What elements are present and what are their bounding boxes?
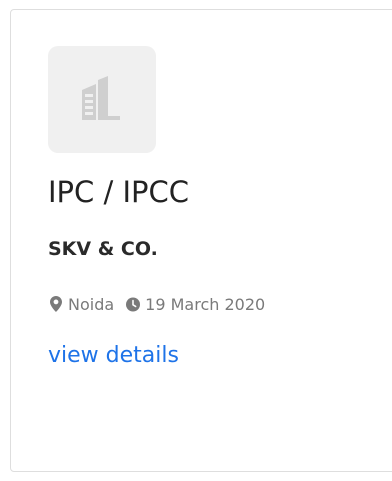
job-location: Noida	[68, 294, 115, 314]
building-icon	[82, 75, 120, 120]
clock-icon	[126, 296, 141, 312]
job-card: IPC / IPCC SKV & CO. Noida 19 March 2020…	[10, 9, 392, 472]
company-name: SKV & CO.	[48, 238, 158, 260]
job-date: 19 March 2020	[145, 294, 266, 314]
job-meta: Noida 19 March 2020	[49, 293, 265, 315]
company-logo	[48, 46, 156, 153]
view-details-link[interactable]: view details	[48, 342, 179, 370]
job-title: IPC / IPCC	[48, 175, 190, 209]
map-marker-icon	[49, 296, 63, 312]
